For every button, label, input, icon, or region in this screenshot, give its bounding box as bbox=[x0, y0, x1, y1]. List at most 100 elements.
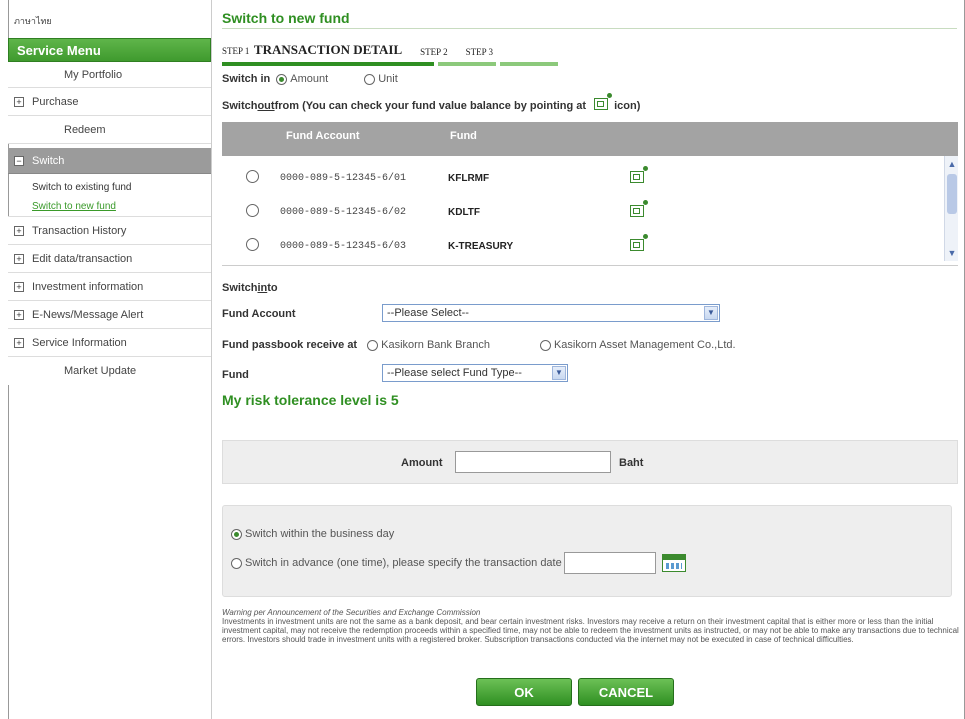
step-2: STEP 2 bbox=[420, 47, 448, 57]
switch-within-row: Switch within the business day bbox=[231, 528, 394, 540]
expand-icon[interactable]: + bbox=[14, 281, 24, 292]
sidebar-item-edit-data[interactable]: + Edit data/transaction bbox=[8, 245, 211, 273]
calendar-icon[interactable] bbox=[661, 554, 686, 572]
switch-into-suffix: to bbox=[267, 282, 278, 294]
step-1-bar bbox=[222, 62, 434, 66]
fund-label: Fund bbox=[222, 369, 249, 381]
switch-out-word: out bbox=[257, 99, 275, 112]
expand-icon[interactable]: + bbox=[14, 337, 24, 348]
value-balance-icon[interactable] bbox=[630, 165, 648, 186]
cancel-button[interactable]: CANCEL bbox=[578, 678, 674, 706]
title-divider bbox=[222, 28, 957, 29]
scroll-thumb[interactable] bbox=[947, 174, 957, 214]
sidebar-item-label: Investment information bbox=[32, 280, 144, 293]
sidebar-item-label: Redeem bbox=[64, 123, 106, 136]
passbook-label: Fund passbook receive at bbox=[222, 339, 358, 351]
step-1-label: TRANSACTION DETAIL bbox=[253, 42, 403, 57]
table-scrollbar[interactable]: ▲ ▼ bbox=[944, 156, 958, 261]
scroll-down-icon[interactable]: ▼ bbox=[946, 247, 958, 259]
sidebar-item-label: E-News/Message Alert bbox=[32, 308, 144, 321]
fund-name-cell: KDLTF bbox=[448, 206, 481, 218]
value-balance-icon[interactable] bbox=[630, 233, 648, 254]
fund-account-cell: 0000-089-5-12345-6/02 bbox=[280, 206, 407, 218]
sec-warning: Warning per Announcement of the Securiti… bbox=[222, 608, 960, 644]
switch-advance-radio[interactable] bbox=[231, 557, 242, 569]
sidebar-item-market-update[interactable]: Market Update bbox=[8, 357, 211, 385]
sidebar: ภาษาไทย Service Menu My Portfolio + Purch… bbox=[8, 0, 212, 719]
expand-icon[interactable]: + bbox=[14, 225, 24, 236]
expand-icon[interactable]: + bbox=[14, 309, 24, 320]
passbook-asset-label: Kasikorn Asset Management Co.,Ltd. bbox=[553, 339, 736, 351]
sidebar-item-label: Switch bbox=[32, 154, 65, 167]
warning-title: Warning per Announcement of the Securiti… bbox=[222, 608, 481, 617]
chevron-down-icon[interactable]: ▼ bbox=[704, 306, 718, 320]
sidebar-item-my-portfolio[interactable]: My Portfolio bbox=[8, 62, 211, 88]
table-row[interactable]: 0000-089-5-12345-6/03 K-TREASURY bbox=[222, 233, 942, 256]
switch-within-radio[interactable] bbox=[231, 528, 242, 540]
fund-table-body: 0000-089-5-12345-6/01 KFLRMF 0000-089-5-… bbox=[222, 156, 958, 266]
switch-out-row: Switch out from (You can check your fund… bbox=[222, 93, 640, 113]
amount-panel: Amount Baht bbox=[222, 440, 958, 484]
passbook-bank-radio[interactable] bbox=[367, 339, 379, 351]
fund-row-radio[interactable] bbox=[246, 238, 259, 251]
col-fund-account: Fund Account bbox=[286, 130, 360, 142]
service-menu-header: Service Menu bbox=[8, 38, 211, 62]
sidebar-item-investment-info[interactable]: + Investment information bbox=[8, 273, 211, 301]
switch-advance-row: Switch in advance (one time), please spe… bbox=[231, 552, 686, 574]
sidebar-item-label: Service Information bbox=[32, 336, 127, 349]
sidebar-item-label: Market Update bbox=[64, 365, 137, 377]
fund-type-select[interactable]: --Please select Fund Type-- ▼ bbox=[382, 364, 568, 382]
step-3: STEP 3 bbox=[465, 47, 493, 57]
step-1: STEP 1 TRANSACTION DETAIL bbox=[222, 42, 402, 58]
sidebar-item-label: Edit data/transaction bbox=[32, 252, 133, 265]
fund-account-select-value: --Please Select-- bbox=[387, 307, 469, 319]
sidebar-item-label: Purchase bbox=[32, 95, 79, 108]
sidebar-item-redeem[interactable]: Redeem bbox=[8, 116, 211, 144]
step-1-prefix: STEP 1 bbox=[222, 46, 250, 56]
sidebar-item-purchase[interactable]: + Purchase bbox=[8, 88, 211, 116]
fund-type-select-value: --Please select Fund Type-- bbox=[387, 367, 522, 379]
table-row[interactable]: 0000-089-5-12345-6/02 KDLTF bbox=[222, 199, 942, 222]
switch-out-prefix: Switch bbox=[222, 99, 258, 112]
language-link[interactable]: ภาษาไทย bbox=[8, 0, 211, 38]
fund-row-radio[interactable] bbox=[246, 170, 259, 183]
amount-radio-label: Amount bbox=[290, 73, 329, 85]
warning-body: Investments in investment units are not … bbox=[222, 617, 959, 644]
scroll-up-icon[interactable]: ▲ bbox=[946, 158, 958, 170]
fund-account-select[interactable]: --Please Select-- ▼ bbox=[382, 304, 720, 322]
ok-button[interactable]: OK bbox=[476, 678, 572, 706]
passbook-asset-radio[interactable] bbox=[539, 339, 551, 351]
switch-within-label: Switch within the business day bbox=[245, 528, 395, 540]
transaction-date-input[interactable] bbox=[563, 552, 656, 574]
fund-name-cell: KFLRMF bbox=[448, 172, 490, 184]
value-balance-icon[interactable] bbox=[630, 199, 648, 220]
main-content: Switch to new fund STEP 1 TRANSACTION DE… bbox=[212, 0, 964, 719]
table-row[interactable]: 0000-089-5-12345-6/01 KFLRMF bbox=[222, 165, 942, 188]
collapse-icon[interactable]: − bbox=[14, 155, 24, 166]
fund-row-radio[interactable] bbox=[246, 204, 259, 217]
sidebar-item-transaction-history[interactable]: + Transaction History bbox=[8, 217, 211, 245]
switch-in-label: Switch in bbox=[222, 73, 271, 85]
unit-radio[interactable] bbox=[364, 73, 376, 85]
sidebar-item-label: My Portfolio bbox=[64, 68, 123, 81]
sidebar-item-switch[interactable]: − Switch bbox=[8, 148, 211, 174]
switch-into-heading: Switch in to bbox=[222, 282, 278, 294]
switch-out-text: from (You can check your fund value bala… bbox=[274, 99, 587, 112]
page-title: Switch to new fund bbox=[222, 10, 350, 26]
sidebar-subitem-switch-existing[interactable]: Switch to existing fund bbox=[8, 177, 211, 197]
amount-input[interactable] bbox=[455, 451, 611, 473]
expand-icon[interactable]: + bbox=[14, 96, 24, 107]
col-fund: Fund bbox=[450, 130, 477, 142]
sidebar-subitem-switch-new[interactable]: Switch to new fund bbox=[8, 197, 211, 217]
passbook-row: Fund passbook receive at Kasikorn Bank B… bbox=[222, 339, 736, 351]
sidebar-item-enews[interactable]: + E-News/Message Alert bbox=[8, 301, 211, 329]
amount-radio[interactable] bbox=[276, 73, 288, 85]
fund-table-header: Fund Account Fund bbox=[222, 122, 958, 156]
step-3-bar bbox=[500, 62, 558, 66]
switch-advance-label: Switch in advance (one time), please spe… bbox=[245, 557, 562, 569]
amount-label: Amount bbox=[401, 457, 443, 469]
expand-icon[interactable]: + bbox=[14, 253, 24, 264]
chevron-down-icon[interactable]: ▼ bbox=[552, 366, 566, 380]
sidebar-item-service-info[interactable]: + Service Information bbox=[8, 329, 211, 357]
switch-into-word: in bbox=[257, 282, 268, 294]
